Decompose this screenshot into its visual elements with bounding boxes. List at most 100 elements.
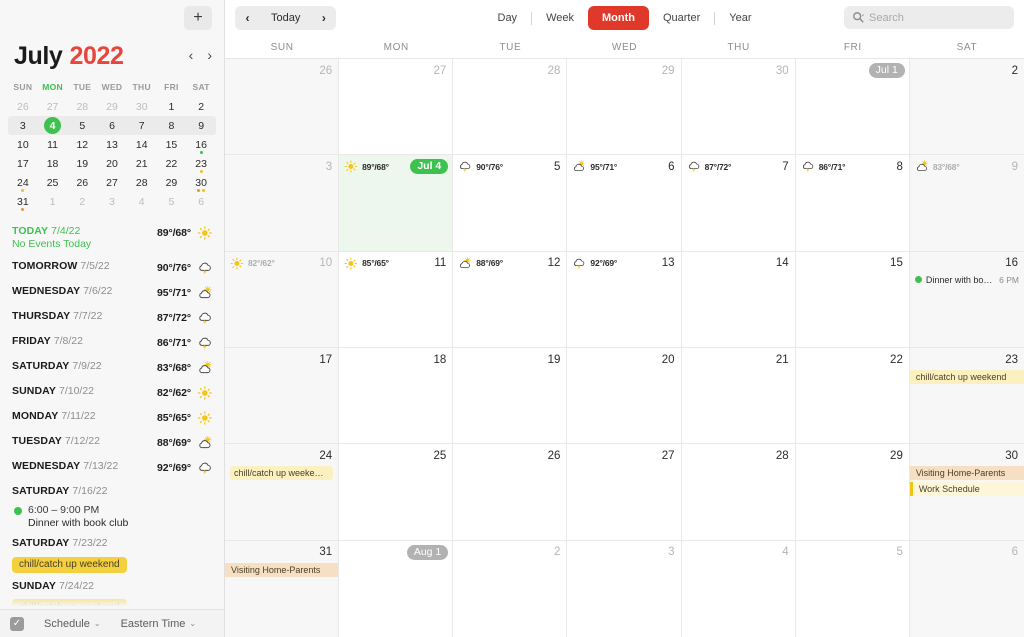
calendar-day-cell[interactable]: 29 (567, 59, 682, 155)
mini-day-11[interactable]: 11 (38, 135, 68, 154)
calendar-day-cell[interactable]: 88°/69° 12 (453, 251, 568, 347)
view-tab-month[interactable]: Month (587, 6, 649, 30)
mini-day-2[interactable]: 2 (67, 192, 97, 211)
calendar-day-cell[interactable]: 18 (339, 348, 454, 444)
mini-prev-month-button[interactable]: ‹ (189, 48, 194, 62)
calendar-event-chip[interactable]: chill/catch up weekend (909, 370, 1024, 384)
view-tab-year[interactable]: Year (715, 6, 765, 30)
calendar-day-cell[interactable]: 86°/71° 8 (796, 155, 910, 251)
calendar-day-cell[interactable]: 82°/62° 10 (225, 251, 340, 347)
calendar-day-number[interactable]: 31 (319, 546, 333, 558)
mini-day-16[interactable]: 16 (186, 135, 216, 154)
search-box[interactable]: Search (844, 6, 1014, 29)
calendar-day-number[interactable]: 25 (433, 450, 447, 462)
calendar-day-cell[interactable]: 31 Visiting Home-Parents (225, 540, 340, 637)
mini-day-29[interactable]: 29 (157, 173, 187, 192)
mini-next-month-button[interactable]: › (207, 48, 212, 62)
mini-day-28[interactable]: 28 (127, 173, 157, 192)
calendar-day-number[interactable]: 12 (548, 257, 562, 269)
mini-day-27[interactable]: 27 (97, 173, 127, 192)
mini-day-1[interactable]: 1 (38, 192, 68, 211)
calendar-day-number[interactable]: 10 (319, 257, 333, 269)
calendar-day-cell[interactable]: Jul 1 (796, 59, 910, 155)
mini-day-10[interactable]: 10 (8, 135, 38, 154)
calendar-day-cell[interactable]: 30 (682, 59, 796, 155)
checkbox-checked-icon[interactable]: ✓ (10, 616, 24, 631)
mini-day-9[interactable]: 9 (186, 116, 216, 135)
calendar-day-cell[interactable]: 3 (567, 540, 682, 637)
calendar-day-cell[interactable]: 20 (567, 348, 682, 444)
calendar-day-cell[interactable]: 15 (796, 251, 910, 347)
calendar-day-cell[interactable]: 5 (796, 540, 910, 637)
mini-day-29[interactable]: 29 (97, 97, 127, 116)
calendar-day-number[interactable]: 21 (776, 354, 790, 366)
calendar-day-cell[interactable]: 24 chill/catch up weeke… (225, 444, 340, 540)
mini-day-30[interactable]: 30 (186, 173, 216, 192)
mini-day-21[interactable]: 21 (127, 154, 157, 173)
calendar-day-cell[interactable]: 14 (682, 251, 796, 347)
mini-day-17[interactable]: 17 (8, 154, 38, 173)
calendar-day-cell[interactable]: 3 (225, 155, 340, 251)
calendar-day-number[interactable]: 14 (776, 257, 790, 269)
calendar-day-cell[interactable]: 27 (339, 59, 454, 155)
mini-day-14[interactable]: 14 (127, 135, 157, 154)
mini-day-26[interactable]: 26 (8, 97, 38, 116)
calendar-day-cell[interactable]: 28 (682, 444, 796, 540)
agenda-event-pill[interactable]: chill/catch up weekend (12, 556, 127, 573)
mini-day-23[interactable]: 23 (186, 154, 216, 173)
mini-day-25[interactable]: 25 (38, 173, 68, 192)
previous-period-button[interactable]: ‹ (235, 6, 260, 30)
calendar-day-cell[interactable]: 2 (453, 540, 568, 637)
calendar-day-cell[interactable]: Aug 1 (339, 540, 454, 637)
calendar-day-number[interactable]: 24 (319, 450, 333, 462)
calendar-day-number[interactable]: 16 (1005, 257, 1019, 269)
mini-day-27[interactable]: 27 (38, 97, 68, 116)
calendar-day-number[interactable]: 29 (890, 450, 904, 462)
mini-day-22[interactable]: 22 (157, 154, 187, 173)
mini-day-1[interactable]: 1 (157, 97, 187, 116)
calendar-day-cell[interactable]: 29 (796, 444, 910, 540)
calendar-day-cell[interactable]: 26 (225, 59, 340, 155)
calendar-day-number[interactable]: 19 (548, 354, 562, 366)
calendar-day-number[interactable]: 5 (896, 546, 903, 558)
calendar-day-cell[interactable]: 92°/69° 13 (567, 251, 682, 347)
calendar-day-number[interactable]: 27 (662, 450, 676, 462)
today-button[interactable]: Today (260, 6, 311, 30)
calendar-day-cell[interactable]: 21 (682, 348, 796, 444)
calendar-day-number[interactable]: 17 (319, 354, 333, 366)
mini-day-3[interactable]: 3 (8, 116, 38, 135)
mini-day-6[interactable]: 6 (186, 192, 216, 211)
calendar-day-number[interactable]: 13 (662, 257, 676, 269)
calendar-day-cell[interactable]: 22 (796, 348, 910, 444)
calendar-day-cell[interactable]: 16 Dinner with boo… 6 PM (909, 251, 1024, 347)
calendar-day-number[interactable]: 3 (326, 161, 333, 173)
view-tab-day[interactable]: Day (484, 6, 532, 30)
calendar-day-cell[interactable]: 23 chill/catch up weekend (909, 348, 1024, 444)
schedule-dropdown[interactable]: Schedule ⌄ (44, 618, 101, 630)
mini-day-7[interactable]: 7 (127, 116, 157, 135)
mini-day-26[interactable]: 26 (67, 173, 97, 192)
timezone-dropdown[interactable]: Eastern Time ⌄ (121, 618, 197, 630)
mini-day-6[interactable]: 6 (97, 116, 127, 135)
mini-day-24[interactable]: 24 (8, 173, 38, 192)
calendar-day-cell[interactable]: 83°/68° 9 (909, 155, 1024, 251)
calendar-day-number[interactable]: 8 (896, 161, 903, 173)
calendar-day-number[interactable]: 6 (668, 161, 675, 173)
calendar-day-number[interactable]: 2 (1012, 65, 1019, 77)
calendar-event-chip[interactable]: Work Schedule (909, 482, 1024, 497)
mini-day-15[interactable]: 15 (157, 135, 187, 154)
mini-day-4[interactable]: 4 (38, 116, 68, 135)
calendar-day-number[interactable]: 26 (548, 450, 562, 462)
calendar-day-number[interactable]: 5 (554, 161, 561, 173)
mini-day-13[interactable]: 13 (97, 135, 127, 154)
mini-day-30[interactable]: 30 (127, 97, 157, 116)
mini-day-18[interactable]: 18 (38, 154, 68, 173)
add-event-button[interactable]: + (184, 6, 212, 30)
view-tab-week[interactable]: Week (532, 6, 588, 30)
calendar-event-chip[interactable]: Visiting Home-Parents (225, 562, 339, 577)
calendar-day-cell[interactable]: 85°/65° 11 (339, 251, 454, 347)
calendar-day-cell[interactable]: 87°/72° 7 (682, 155, 796, 251)
calendar-day-cell[interactable]: 2 (909, 59, 1024, 155)
calendar-day-cell[interactable]: 4 (682, 540, 796, 637)
calendar-day-number[interactable]: 28 (548, 65, 562, 77)
